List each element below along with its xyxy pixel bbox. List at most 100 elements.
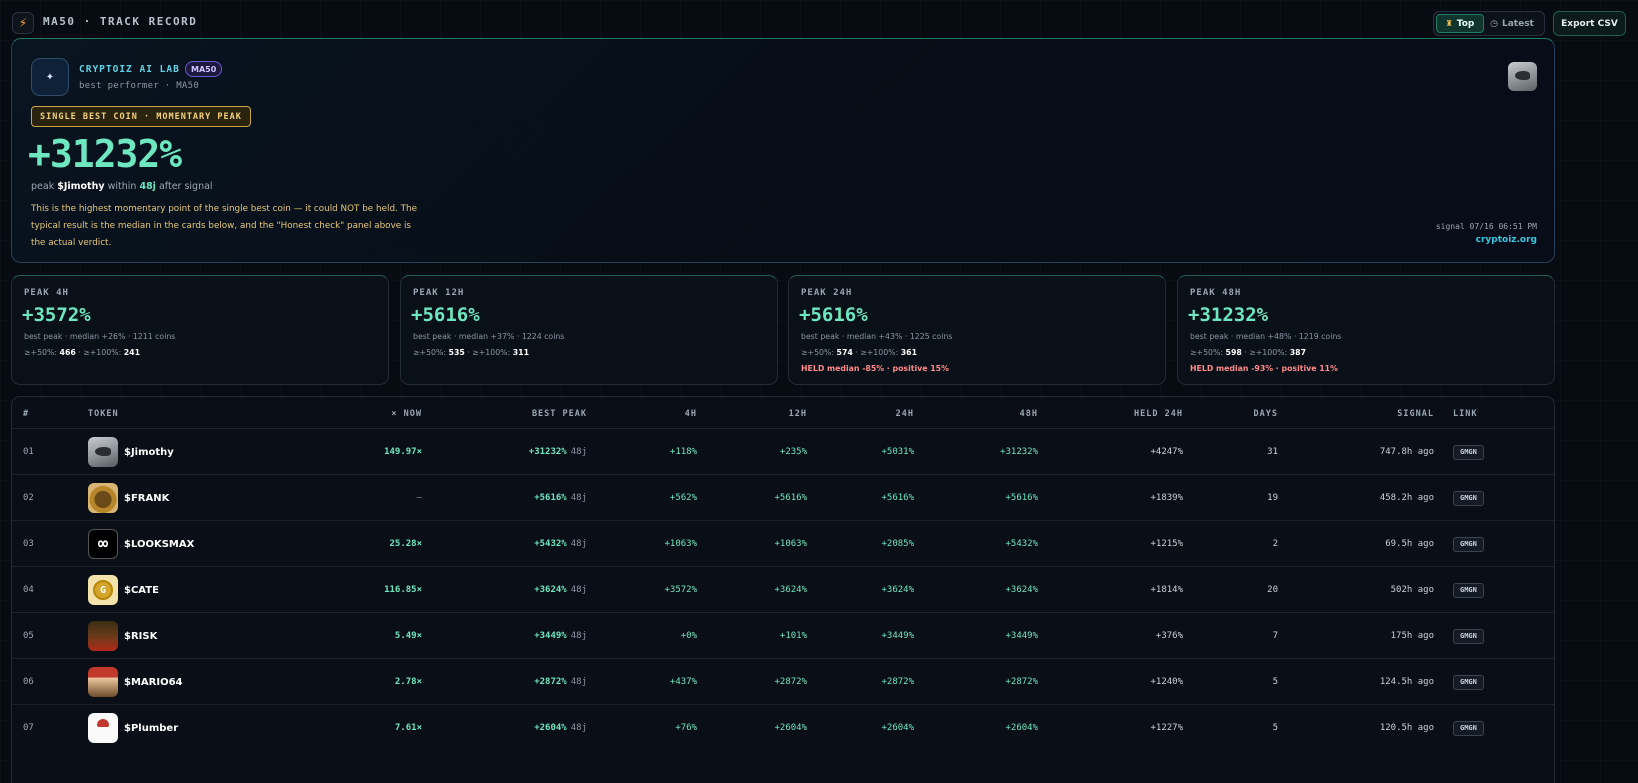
days: 20 [1267,585,1278,595]
held-median: HELD median -93% · positive 11% [1190,364,1338,373]
now-multiple: — [417,475,422,521]
now-multiple-value: 116.85× [384,585,422,595]
col-header-link: LINK [1453,409,1478,419]
token-name: $Plumber [124,722,179,734]
peak-h24: +2872% [881,677,914,687]
now-multiple: 5.49× [395,613,422,659]
stat-thresholds: ≥+50%: 598 · ≥+100%: 387 [1190,348,1306,357]
peak-within: within [107,181,137,192]
now-multiple: 25.28× [389,521,422,567]
now-multiple: 149.97× [384,429,422,475]
table-row[interactable]: 04 G $CATE 116.85× +3624% 48j +3572% +3624% +… [12,566,1554,612]
gmgn-link-button[interactable]: GMGN [1453,582,1484,598]
signal-age: 124.5h ago [1379,677,1434,687]
token-cell[interactable]: ∞ $LOOKSMAX [88,521,194,567]
peak-h48: +3449% [1005,631,1038,641]
col-header-token: TOKEN [88,409,119,419]
token-cell[interactable]: $Plumber [88,705,178,751]
peak-h48: +3624% [1005,585,1038,595]
now-multiple: 116.85× [384,567,422,613]
token-cell[interactable]: G $CATE [88,567,159,613]
stat-subtext: best peak · median +26% · 1211 coins [24,332,176,341]
gmgn-link-button[interactable]: GMGN [1453,674,1484,690]
col-header-best-peak: BEST PEAK [531,409,587,419]
link-cell: GMGN [1453,567,1484,613]
peak-h4: +437% [669,677,697,687]
stat-value: +5616% [799,304,868,326]
token-cell[interactable]: $Jimothy [88,429,174,475]
now-multiple: 2.78× [395,659,422,705]
table-row[interactable]: 06 $MARIO64 2.78× +2872% 48j +437% +2872% +28… [12,658,1554,704]
held-24h: +1227% [1150,723,1183,733]
threshold-50-count: 466 [59,348,76,357]
table-row[interactable]: 03 ∞ $LOOKSMAX 25.28× +5432% 48j +1063% +106… [12,520,1554,566]
signal-age: 175h ago [1390,631,1434,641]
table-row[interactable]: 02 $FRANK — +5616% 48j +562% +5616% +5616% +56… [12,474,1554,520]
gmgn-link-button[interactable]: GMGN [1453,720,1484,736]
best-peak-value: +3624% [534,585,567,595]
peak-h24: +5031% [881,447,914,457]
now-multiple-value: 5.49× [394,631,422,641]
token-name: $Jimothy [124,446,174,458]
col-header-now: × NOW [391,409,422,419]
peak-days: 48j [139,181,156,192]
gmgn-link-button[interactable]: GMGN [1453,444,1484,460]
days: 19 [1267,493,1278,503]
link-cell: GMGN [1453,475,1484,521]
tab-latest[interactable]: ◷ Latest [1484,14,1540,33]
token-cell[interactable]: $RISK [88,613,157,659]
days: 2 [1272,539,1278,549]
best-peak-cell: +3624% 48j [534,567,587,613]
table-row[interactable]: 01 $Jimothy 149.97× +31232% 48j +118% +235% +… [12,428,1554,474]
stat-subtext: best peak · median +37% · 1224 coins [413,332,565,341]
held-24h: +376% [1155,631,1183,641]
signal-age: 502h ago [1390,585,1434,595]
token-cell[interactable]: $FRANK [88,475,169,521]
best-peak-value: +2872% [534,677,567,687]
site-link[interactable]: cryptoiz.org [1476,235,1537,245]
row-index: 01 [23,447,34,457]
stat-thresholds: ≥+50%: 535 · ≥+100%: 311 [413,348,529,357]
peak-h4: +0% [680,631,697,641]
export-csv-button[interactable]: Export CSV [1553,11,1626,36]
token-avatar [88,667,118,697]
peak-h12: +2872% [774,677,807,687]
stat-value: +5616% [411,304,480,326]
stat-card-24h: PEAK 24H +5616% best peak · median +43% … [788,275,1166,385]
table-row[interactable]: 05 $RISK 5.49× +3449% 48j +0% +101% +3449% +34… [12,612,1554,658]
held-24h: +4247% [1150,447,1183,457]
col-header-12h: 12H [788,409,807,419]
token-avatar: ∞ [88,529,118,559]
page-title: MA50 · TRACK RECORD [43,15,198,28]
link-cell: GMGN [1453,705,1484,751]
token-name: $LOOKSMAX [124,538,195,550]
gmgn-link-button[interactable]: GMGN [1453,490,1484,506]
stat-label: PEAK 4H [24,288,69,298]
held-24h: +1814% [1150,585,1183,595]
now-multiple-value: 7.61× [394,723,422,733]
peak-h12: +1063% [774,539,807,549]
best-peak-cell: +2872% 48j [534,659,587,705]
peak-h4: +118% [669,447,697,457]
gmgn-link-button[interactable]: GMGN [1453,628,1484,644]
now-multiple-value: — [416,493,422,503]
token-cell[interactable]: $MARIO64 [88,659,183,705]
peak-token: $Jimothy [57,181,105,192]
signal-age: 458.2h ago [1379,493,1434,503]
peak-h12: +5616% [774,493,807,503]
best-peak-value: +2604% [534,723,567,733]
col-header-4h: 4H [684,409,697,419]
col-header-days: DAYS [1253,409,1278,419]
signal-age: 69.5h ago [1385,539,1434,549]
table-row[interactable]: 07 $Plumber 7.61× +2604% 48j +76% +2604% +260… [12,704,1554,750]
link-cell: GMGN [1453,429,1484,475]
peak-description: peak $Jimothy within 48j after signal [31,181,213,192]
tab-top[interactable]: ♜ Top [1436,14,1484,33]
now-multiple-value: 149.97× [384,447,422,457]
gmgn-link-button[interactable]: GMGN [1453,536,1484,552]
best-peak-cell: +3449% 48j [534,613,587,659]
best-peak-cell: +5432% 48j [534,521,587,567]
threshold-50-count: 598 [1225,348,1242,357]
peak-h12: +2604% [774,723,807,733]
now-multiple: 7.61× [395,705,422,751]
